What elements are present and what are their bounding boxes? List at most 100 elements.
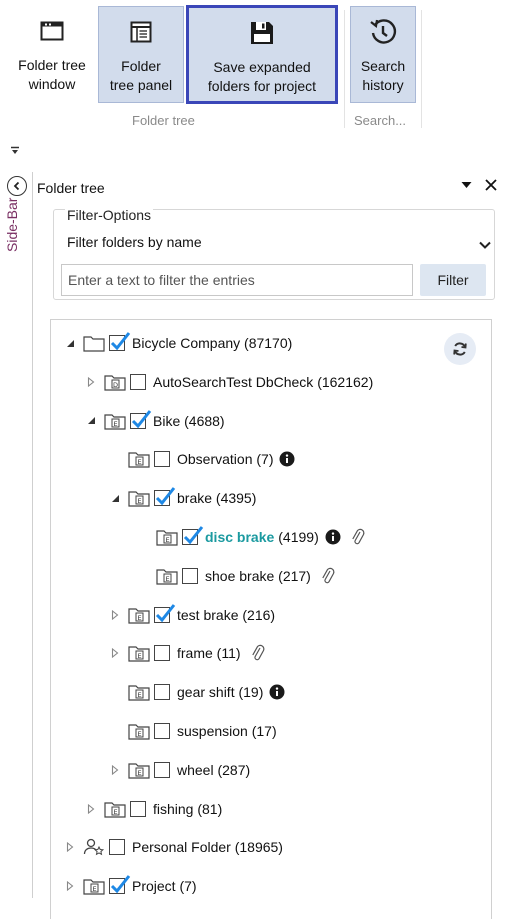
paperclip-icon[interactable] (251, 643, 265, 663)
clock-history-icon (366, 15, 400, 49)
collapse-node-icon[interactable] (108, 494, 122, 503)
node-checkbox[interactable] (154, 761, 170, 778)
window-icon (35, 14, 69, 48)
tree-node[interactable]: Edisc brake (4199) (136, 524, 365, 550)
panel-menu-button[interactable] (461, 178, 472, 192)
node-checkbox[interactable] (130, 373, 146, 390)
refresh-icon (453, 342, 467, 356)
node-checkbox[interactable] (154, 723, 170, 739)
collapse-node-icon[interactable] (84, 416, 98, 425)
expand-node-icon[interactable] (108, 648, 122, 659)
folder-d-icon: D (104, 373, 126, 391)
folder-tree-panel-button[interactable]: Folder tree panel (98, 6, 184, 103)
node-checkbox[interactable] (154, 603, 176, 623)
tree-node[interactable]: Eshoe brake (217) (136, 563, 335, 589)
tree-node-label: brake (4395) (177, 490, 257, 507)
tree-node[interactable]: Personal Folder (18965) (63, 834, 283, 860)
folder-tree: Bicycle Company (87170) D AutoSearchTest D… (50, 319, 492, 919)
tree-node[interactable]: Efishing (81) (84, 796, 222, 822)
node-checkbox[interactable] (154, 487, 176, 507)
close-icon (485, 179, 497, 191)
button-label: Folder tree (18, 57, 86, 73)
expand-node-icon[interactable] (63, 881, 77, 892)
collapse-node-icon[interactable] (63, 339, 77, 348)
tree-node[interactable]: Etest brake (216) (108, 602, 275, 628)
tree-node[interactable]: E Bike (4688) (84, 408, 225, 434)
expand-node-icon[interactable] (84, 376, 98, 387)
group-separator (421, 10, 422, 128)
svg-text:E: E (137, 730, 141, 738)
info-icon[interactable] (325, 529, 341, 545)
tree-node-count: (4199) (278, 529, 319, 545)
tree-node[interactable]: D AutoSearchTest DbCheck (162162) (84, 369, 373, 395)
folder-e-icon: E (104, 800, 126, 818)
save-expanded-folders-button[interactable]: Save expanded folders for project (186, 5, 338, 104)
paperclip-icon[interactable] (351, 527, 365, 547)
svg-text:E: E (165, 575, 169, 583)
chevron-down-icon (11, 146, 19, 154)
expand-node-icon[interactable] (63, 842, 77, 853)
select-value: Filter folders by name (67, 234, 202, 250)
tree-node[interactable]: Ebrake (4395) (108, 485, 256, 511)
filter-button[interactable]: Filter (420, 264, 486, 296)
folder-e-icon: E (156, 567, 178, 585)
tree-node[interactable]: Esuspension (17) (108, 718, 277, 744)
node-checkbox[interactable] (109, 875, 131, 895)
svg-text:E: E (113, 807, 117, 815)
filter-text-input[interactable]: Enter a text to filter the entries (61, 264, 413, 296)
ribbon-collapse-toggle[interactable] (10, 146, 20, 159)
person-star-icon (83, 838, 105, 856)
node-checkbox[interactable] (182, 526, 204, 545)
tree-node-label: Bicycle Company (87170) (132, 335, 293, 351)
search-history-button[interactable]: Search history (350, 6, 416, 103)
expand-node-icon[interactable] (108, 609, 122, 620)
folder-tree-window-button[interactable]: Folder tree window (8, 6, 96, 103)
tree-node-label: frame (11) (177, 645, 241, 662)
node-checkbox[interactable] (154, 645, 170, 662)
tree-node-label: test brake (216) (177, 606, 276, 623)
filter-mode-select[interactable]: Filter folders by name (65, 229, 495, 257)
node-checkbox[interactable] (109, 332, 131, 351)
tree-node[interactable]: Eframe (11) (108, 640, 265, 666)
collapse-sidebar-button[interactable] (7, 176, 27, 196)
folder-e-icon: E (128, 683, 150, 701)
expand-node-icon[interactable] (108, 764, 122, 775)
save-icon (245, 16, 279, 50)
group-label-search: Search... (354, 113, 407, 128)
tree-node-label: shoe brake (217) (205, 567, 311, 584)
panel-close-button[interactable] (485, 175, 497, 196)
paperclip-icon[interactable] (321, 566, 335, 586)
svg-text:E: E (137, 769, 141, 777)
folder-e-icon: E (128, 489, 150, 507)
folder-e-icon: E (128, 644, 150, 662)
node-checkbox[interactable] (182, 567, 198, 584)
caret-down-icon (461, 182, 472, 188)
info-icon[interactable] (269, 684, 285, 700)
button-label: Search (360, 58, 406, 74)
node-checkbox[interactable] (130, 409, 152, 429)
folder-e-icon: E (128, 761, 150, 779)
svg-text:E: E (113, 419, 117, 427)
node-checkbox[interactable] (130, 800, 146, 817)
node-checkbox[interactable] (154, 684, 170, 701)
tree-node-label: wheel (287) (177, 761, 251, 778)
info-icon[interactable] (279, 451, 295, 467)
tree-node[interactable]: E Project (7) (63, 873, 197, 899)
tree-node[interactable]: Ewheel (287) (108, 757, 250, 783)
node-checkbox[interactable] (109, 839, 125, 856)
tree-node[interactable]: Egear shift (19) (108, 679, 285, 705)
group-separator (344, 10, 345, 128)
svg-text:E: E (137, 652, 141, 660)
expand-node-icon[interactable] (84, 803, 98, 814)
folder-e-icon: E (128, 606, 150, 624)
svg-text:E: E (137, 458, 141, 466)
chevron-down-icon (479, 236, 491, 252)
tree-node[interactable]: Bicycle Company (87170) (63, 330, 292, 356)
tree-node[interactable]: E Observation (7) (108, 446, 295, 472)
folder-icon (83, 334, 105, 352)
node-checkbox[interactable] (154, 451, 170, 468)
tree-node-label: AutoSearchTest DbCheck (162162) (153, 373, 374, 390)
folder-e-icon: E (104, 412, 126, 430)
side-bar-label[interactable]: Side-Bar (4, 198, 20, 252)
refresh-button[interactable] (444, 333, 476, 365)
